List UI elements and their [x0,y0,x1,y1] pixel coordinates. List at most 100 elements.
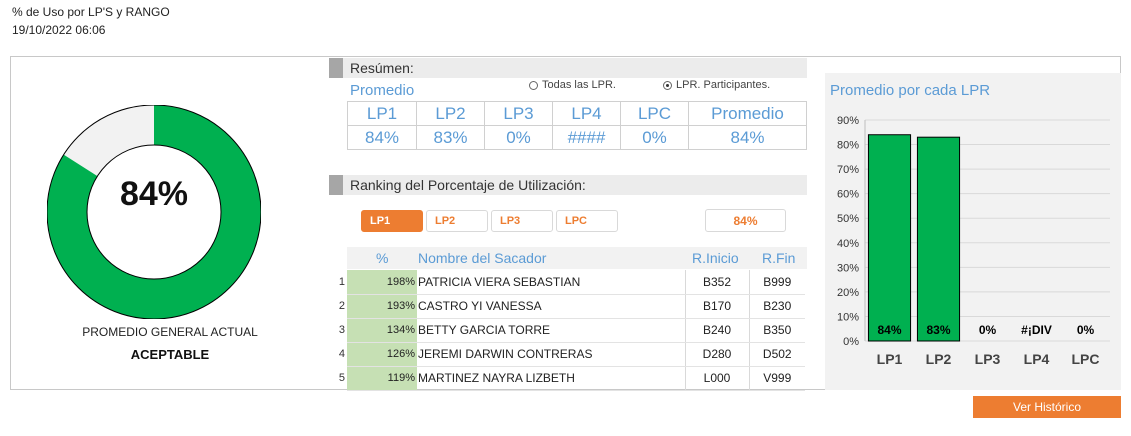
summary-header-cell: LP1 [347,101,417,126]
row-percent: 198% [347,270,417,295]
row-percent: 193% [347,294,417,319]
table-row[interactable]: 1 198% PATRICIA VIERA SEBASTIAN B352 B99… [333,270,805,295]
report-datetime: 19/10/2022 06:06 [12,23,106,37]
row-end: V999 [749,366,805,391]
x-tick-label: LP1 [877,351,903,367]
summary-value-cell: 0% [484,125,553,150]
ranking-percent-box: 84% [705,209,786,232]
y-tick-label: 80% [837,140,859,152]
row-start: B240 [685,318,750,343]
section-marker [329,58,343,78]
radio-participants-label: LPR. Participantes. [676,79,771,91]
row-number: 5 [338,372,345,384]
y-tick-label: 40% [837,238,859,250]
summary-value-row: 84% 83% 0% #### 0% 84% [347,125,807,150]
y-tick-label: 0% [843,336,859,348]
data-label: #¡DIV [1021,323,1052,337]
row-number: 3 [338,324,345,336]
summary-header-cell: LPC [620,101,689,126]
x-tick-label: LP4 [1024,351,1050,367]
ranking-table: 1 198% PATRICIA VIERA SEBASTIAN B352 B99… [333,270,805,391]
history-button[interactable]: Ver Histórico [973,396,1121,418]
tab-lp3[interactable]: LP3 [491,210,553,232]
col-header-pct: % [376,250,389,266]
radio-selected-icon [663,80,672,90]
row-end: B350 [749,318,805,343]
bar-chart: 0% 10% 20% 30% 40% 50% 60% 70% 80% 90% 84% LP1 83% LP… [837,115,1110,367]
table-row[interactable]: 4 126% JEREMI DARWIN CONTRERAS D280 D502 [333,342,805,367]
row-name: CASTRO YI VANESSA [417,294,686,319]
data-label: 0% [979,323,997,337]
radio-all-label: Todas las LPR. [542,79,616,91]
summary-value-cell: #### [552,125,621,150]
row-start: L000 [685,366,750,391]
table-row[interactable]: 5 119% MARTINEZ NAYRA LIZBETH L000 V999 [333,366,805,391]
x-tick-label: LPC [1072,351,1100,367]
summary-header-cell: LP2 [416,101,485,126]
summary-value-cell: 84% [688,125,807,150]
y-tick-label: 10% [837,311,859,323]
summary-header-cell: Promedio [688,101,807,126]
x-tick-label: LP3 [975,351,1001,367]
radio-circle-icon [529,80,538,90]
summary-table: LP1 LP2 LP3 LP4 LPC Promedio 84% 83% 0% … [347,101,807,150]
y-tick-label: 50% [837,213,859,225]
row-name: PATRICIA VIERA SEBASTIAN [417,270,686,295]
summary-title: Resúmen: [350,60,414,76]
general-gauge: 84% [47,105,291,319]
col-header-start: R.Inicio [692,250,739,266]
summary-header-cell: LP4 [552,101,621,126]
table-row[interactable]: 3 134% BETTY GARCIA TORRE B240 B350 [333,318,805,343]
chart-title: Promedio por cada LPR [830,82,991,99]
ranking-header: Ranking del Porcentaje de Utilización: [329,175,807,195]
y-tick-label: 20% [837,287,859,299]
summary-value-cell: 83% [416,125,485,150]
col-header-name: Nombre del Sacador [418,250,547,266]
data-label: 83% [926,323,950,337]
ranking-title: Ranking del Porcentaje de Utilización: [350,177,586,193]
tab-lp1[interactable]: LP1 [361,210,423,232]
col-header-end: R.Fin [762,250,796,266]
tab-lpc[interactable]: LPC [556,210,618,232]
y-tick-label: 70% [837,164,859,176]
summary-value-cell: 84% [347,125,417,150]
summary-header-cell: LP3 [484,101,553,126]
row-percent: 119% [347,366,417,391]
row-end: D502 [749,342,805,367]
row-start: D280 [685,342,750,367]
data-label: 84% [877,323,901,337]
row-percent: 126% [347,342,417,367]
tab-lp2[interactable]: LP2 [426,210,488,232]
y-tick-label: 30% [837,262,859,274]
bar [867,134,912,342]
row-number: 2 [338,300,345,312]
gauge-caption: PROMEDIO GENERAL ACTUAL [82,325,258,339]
row-name: JEREMI DARWIN CONTRERAS [417,342,686,367]
row-start: B170 [685,294,750,319]
summary-header: Resúmen: [329,58,807,78]
x-tick-label: LP2 [926,351,952,367]
row-name: MARTINEZ NAYRA LIZBETH [417,366,686,391]
data-label: 0% [1077,323,1095,337]
row-number: 1 [338,276,345,288]
row-name: BETTY GARCIA TORRE [417,318,686,343]
row-end: B999 [749,270,805,295]
radio-all-lpr[interactable]: Todas las LPR. [529,79,616,91]
bar [916,136,961,342]
row-percent: 134% [347,318,417,343]
ranking-column-headers: % Nombre del Sacador R.Inicio R.Fin [347,247,807,269]
average-label: Promedio [350,82,415,99]
page-title: % de Uso por LP'S y RANGO [12,5,170,19]
section-marker [329,175,343,195]
table-row[interactable]: 2 193% CASTRO YI VANESSA B170 B230 [333,294,805,319]
gauge-status: ACEPTABLE [130,347,210,362]
summary-value-cell: 0% [620,125,689,150]
summary-header-row: LP1 LP2 LP3 LP4 LPC Promedio [347,101,807,126]
row-end: B230 [749,294,805,319]
row-number: 4 [338,348,345,360]
radio-participants-lpr[interactable]: LPR. Participantes. [663,79,770,91]
gauge-value: 84% [119,175,189,213]
y-tick-label: 60% [837,189,859,201]
row-start: B352 [685,270,750,295]
y-tick-label: 90% [837,115,859,127]
